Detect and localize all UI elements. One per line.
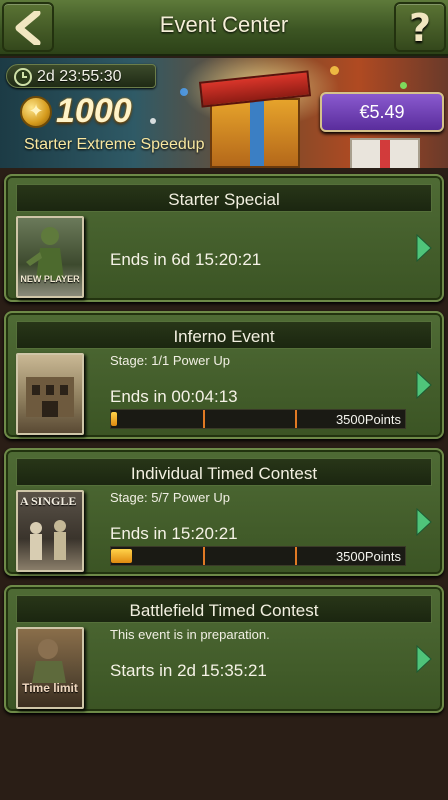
milestone-marker [203,547,205,565]
event-progress-bar: 3500Points [110,409,406,429]
event-thumbnail: NEW PLAYER [16,216,84,298]
points-label: 3500Points [335,549,401,564]
event-title: Individual Timed Contest [130,464,318,483]
progress-fill [111,412,117,426]
chevron-right-icon[interactable] [416,371,432,399]
soldier-figure-icon [26,227,64,280]
event-card-battlefield-timed-contest[interactable]: Battlefield Timed Contest Time limit Thi… [4,585,444,713]
event-stage: This event is in preparation. [110,627,270,642]
event-title-bar: Individual Timed Contest [16,458,432,486]
event-thumbnail: A SINGLE [16,490,84,572]
back-button[interactable] [2,2,54,52]
event-card-starter-special[interactable]: Starter Special NEW PLAYER Ends in 6d 15… [4,174,444,302]
question-mark-icon: ? [408,6,432,50]
chevron-right-icon[interactable] [416,645,432,673]
event-status: Ends in 15:20:21 [110,524,238,543]
offer-banner[interactable]: 2d 23:55:30 1000 Starter Extreme Speedup… [0,58,448,168]
buy-price-button[interactable]: €5.49 [320,92,444,132]
event-title: Inferno Event [173,327,275,346]
event-card-inferno[interactable]: Inferno Event Stage: 1/1 Power Up Ends i… [4,311,444,439]
soldier-portrait-icon [32,639,66,683]
milestone-marker [295,410,297,428]
event-title: Starter Special [168,190,280,209]
back-arrow-icon [15,11,41,45]
offer-timer-text: 2d 23:55:30 [37,68,122,85]
page-title: Event Center [159,12,289,37]
small-gift-image [350,138,420,168]
offer-name: Starter Extreme Speedup [24,136,205,153]
event-thumbnail: Time limit [16,627,84,709]
event-stage: Stage: 5/7 Power Up [110,490,230,505]
event-card-individual-timed-contest[interactable]: Individual Timed Contest A SINGLE Stage:… [4,448,444,576]
event-stage: Stage: 1/1 Power Up [110,353,230,368]
event-list: Starter Special NEW PLAYER Ends in 6d 15… [0,170,448,800]
thumb-label: NEW PLAYER [20,274,80,284]
points-label: 3500Points [335,412,401,427]
chevron-right-icon[interactable] [416,234,432,262]
event-status: Starts in 2d 15:35:21 [110,661,267,680]
building-icon [26,377,74,417]
event-progress-bar: 3500Points [110,546,406,566]
event-status: Ends in 6d 15:20:21 [110,250,262,269]
clock-icon [14,68,32,86]
event-title-bar: Starter Special [16,184,432,212]
event-title: Battlefield Timed Contest [129,601,319,620]
offer-timer: 2d 23:55:30 [6,64,156,88]
milestone-marker [295,547,297,565]
gold-amount: 1000 [56,92,132,130]
progress-fill [111,549,132,563]
soldiers-silhouette-icon [30,520,66,560]
thumb-title: A SINGLE [20,494,77,508]
gift-box-image [210,98,300,168]
event-title-bar: Inferno Event [16,321,432,349]
thumb-label: Time limit [22,681,78,695]
chevron-right-icon[interactable] [416,508,432,536]
help-button[interactable]: ? [394,2,446,52]
header-bar: Event Center ? [0,0,448,56]
event-thumbnail [16,353,84,435]
milestone-marker [203,410,205,428]
event-title-bar: Battlefield Timed Contest [16,595,432,623]
gold-coin-icon [20,96,52,128]
event-status: Ends in 00:04:13 [110,387,238,406]
